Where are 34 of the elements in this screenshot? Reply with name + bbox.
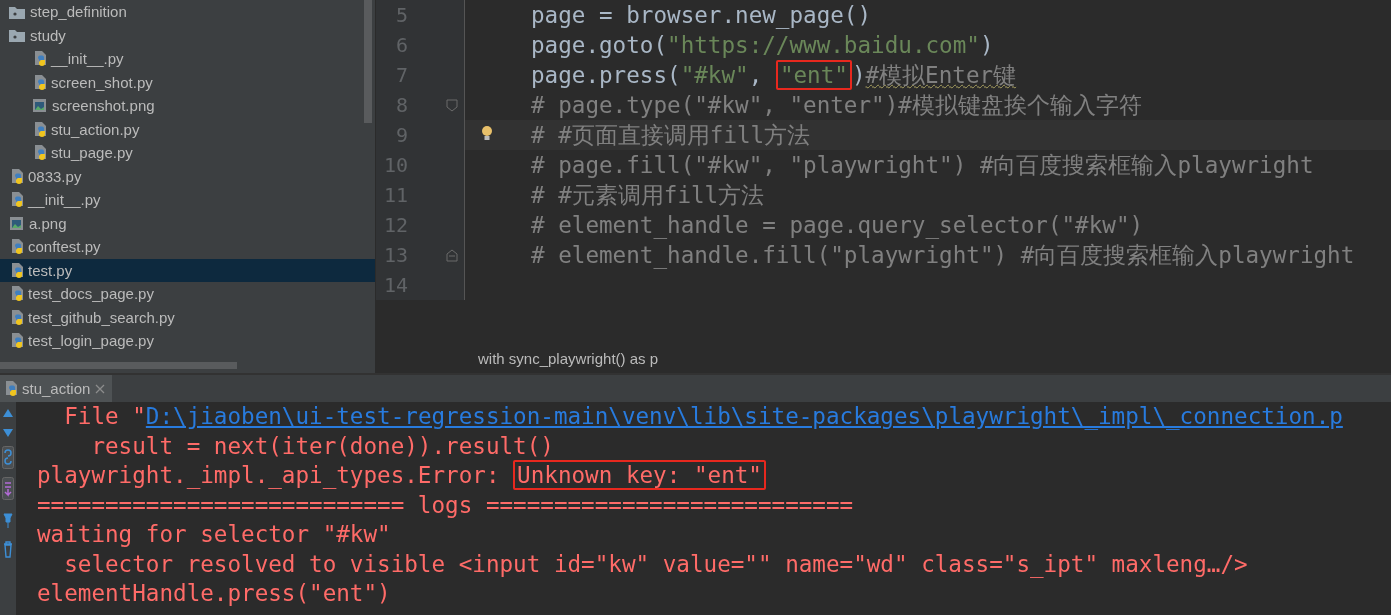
console-line: File "D:\jiaoben\ui-test-regression-main\venv\lib\site-packages\playwright\_impl\_connection.p	[63, 402, 1344, 432]
console-line: waiting for selector "#kw"	[37, 520, 392, 549]
tree-item[interactable]: 0833.py	[0, 164, 375, 188]
code-line: # page.type("#kw", "enter")#模拟键盘挨个输入字符	[531, 91, 1142, 120]
tree-item[interactable]: screen_shot.py	[0, 70, 375, 94]
code-line: page = browser.new_page()	[531, 1, 872, 30]
tree-item[interactable]: __init__.py	[0, 188, 375, 212]
code-line: page.goto("https://www.baidu.com")	[531, 31, 994, 60]
breadcrumb[interactable]: with sync_playwright() as p	[478, 349, 659, 367]
run-tab[interactable]: stu_action	[0, 375, 113, 402]
tree-item[interactable]: conftest.py	[0, 235, 375, 259]
tree-item[interactable]: test_login_page.py	[0, 329, 375, 353]
tree-item[interactable]: test.py	[0, 258, 375, 282]
tree-item[interactable]: test_github_search.py	[0, 305, 375, 329]
code-line: page.press("#kw", "ent" )#模拟Enter键	[531, 60, 1017, 90]
tree-item[interactable]: test_docs_page.py	[0, 282, 375, 306]
tree-item[interactable]: step_definition	[0, 0, 375, 24]
console-line: elementHandle.press("ent")	[37, 579, 392, 608]
code-line: # #元素调用fill方法	[531, 181, 765, 210]
console-line: result = next(iter(done)).result()	[90, 431, 555, 461]
tree-item[interactable]: stu_action.py	[0, 117, 375, 141]
code-line: # page.fill("#kw", "playwright") #向百度搜索框输入playwright	[531, 151, 1314, 180]
file-link[interactable]: D:\jiaoben\ui-test-regression-main\venv\lib\site-packages\playwright\_impl\_connection.p	[145, 403, 1343, 429]
code-line: # element_handle = page.query_selector("#kw")	[531, 211, 1144, 240]
console-line: =========================== logs ===========================	[37, 490, 855, 520]
tree-item[interactable]: stu_page.py	[0, 141, 375, 165]
tree-item[interactable]: a.png	[0, 211, 375, 235]
tree-item[interactable]: screenshot.png	[0, 94, 375, 118]
tree-item[interactable]: __init__.py	[0, 47, 375, 71]
console-line: playwright._impl._api_types.Error: Unknown key: "ent"	[37, 461, 1391, 491]
tree-item[interactable]: study	[0, 23, 375, 47]
code-line: # element_handle.fill("playwright") #向百度搜索框输入playwright	[531, 241, 1355, 270]
console-line: selector resolved to visible <input id="kw" value="" name="wd" class="s_ipt" maxleng…/>	[63, 549, 1249, 579]
code-line: # #页面直接调用fill方法	[531, 121, 811, 150]
